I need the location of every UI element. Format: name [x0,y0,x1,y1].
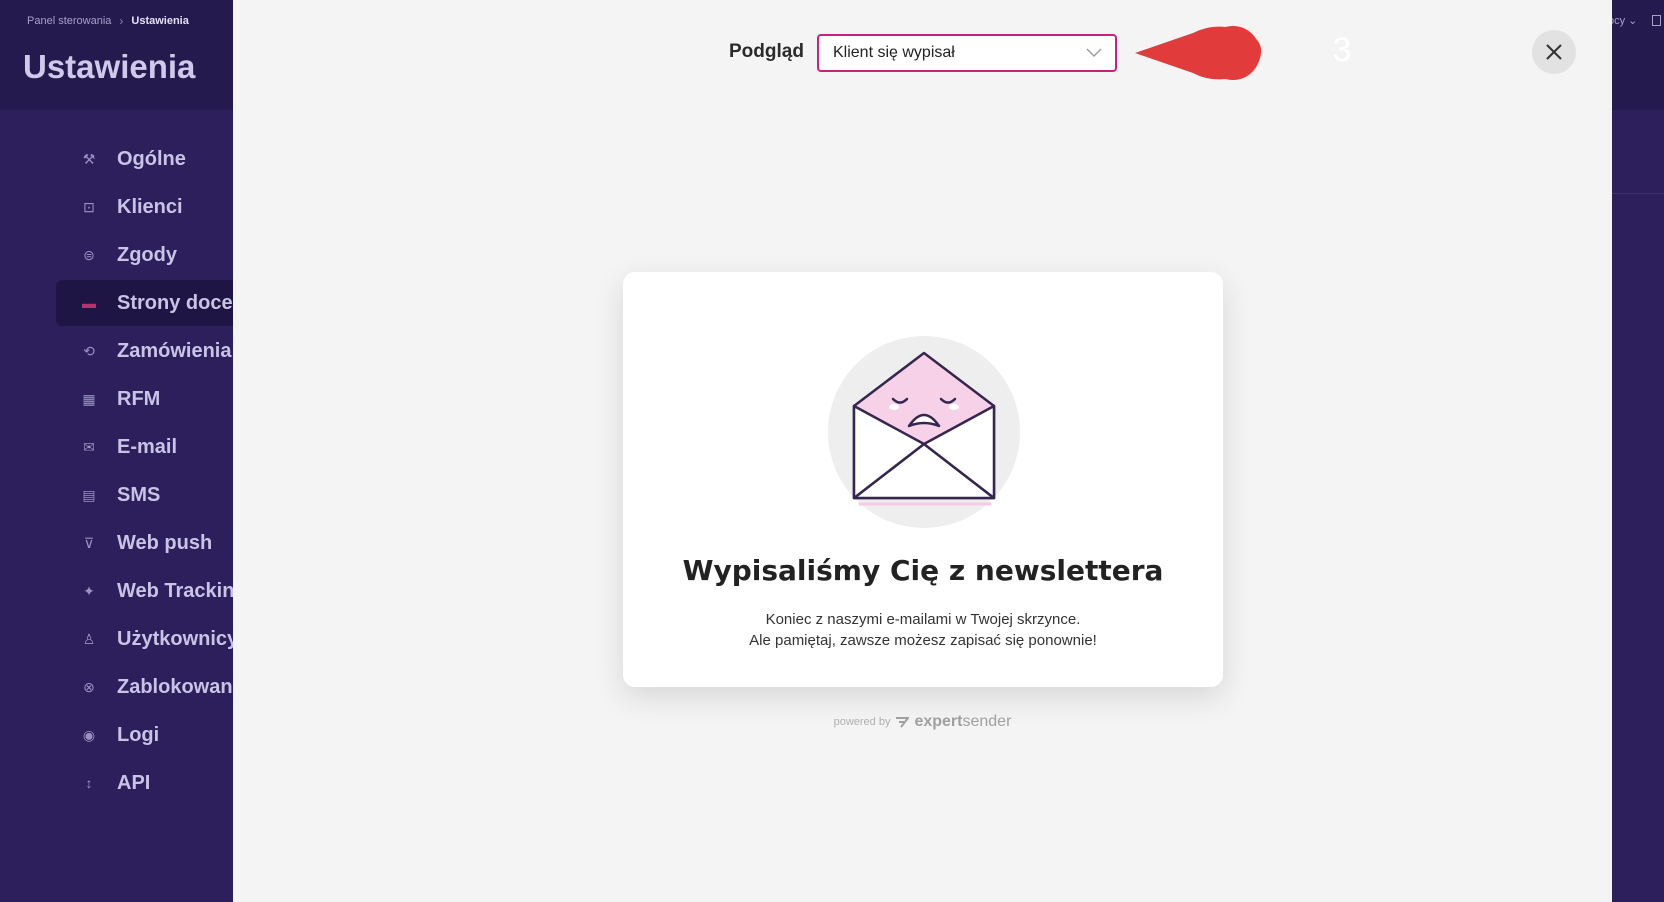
tools-icon: ⚒ [82,150,96,167]
sidebar-item-label: Web Tracking [117,579,247,602]
sidebar-item-strony-docel[interactable]: ▬ Strony docel [56,280,256,326]
sidebar-item-label: API [117,771,151,794]
sidebar-item-logi[interactable]: ◉ Logi [56,712,256,758]
sidebar-item-label: Zamówienia [117,339,232,362]
sidebar-item-web-push[interactable]: ⊽ Web push [56,520,256,566]
sidebar-item-web-tracking[interactable]: ✦ Web Tracking [56,568,256,614]
sidebar-item-label: Zgody [117,243,177,266]
divider [1612,193,1664,194]
sidebar-item-użytkownicy[interactable]: ♙ Użytkownicy [56,616,256,662]
blocked-icon: ⊗ [83,678,95,695]
sidebar-item-rfm[interactable]: ▦ RFM [56,376,256,422]
consent-icon: ⊜ [83,246,95,263]
close-button[interactable] [1532,30,1576,74]
sidebar-item-sms[interactable]: ▤ SMS [56,472,256,518]
card-text-line-2: Ale pamiętaj, zawsze możesz zapisać się … [749,632,1097,649]
card-title: Wypisaliśmy Cię z newslettera [682,554,1164,587]
sms-icon: ▤ [82,486,96,503]
eye-icon: ◉ [82,726,96,743]
preview-label: Podgląd [729,41,804,62]
sidebar-item-label: Użytkownicy [117,627,239,650]
sidebar-item-ogólne[interactable]: ⚒ Ogólne [56,136,256,182]
powered-by-label: powered by [833,716,891,728]
annotation-arrow-icon [1135,26,1262,80]
preview-modal: Podgląd Klient się wypisał 3 Wypisaliśmy… [233,0,1612,902]
users-icon: ♙ [82,630,96,647]
sidebar-item-label: Ogólne [117,147,186,170]
powered-by: powered by expertsender [233,713,1612,731]
breadcrumb: Panel sterowania › Ustawienia [27,14,189,28]
landing-page-icon: ▬ [82,295,96,311]
breadcrumb-item-dashboard[interactable]: Panel sterowania [27,15,111,27]
sidebar-item-label: Web push [117,531,213,554]
sidebar-item-zablokowani[interactable]: ⊗ Zablokowani [56,664,256,710]
sidebar-item-e-mail[interactable]: ✉ E-mail [56,424,256,470]
preview-select[interactable]: Klient się wypisał [817,34,1117,72]
unsubscribe-card: Wypisaliśmy Cię z newslettera Koniec z n… [623,272,1223,687]
chevron-down-icon [1086,48,1102,57]
sidebar-item-label: Klienci [117,195,183,218]
expertsender-brand: expertsender [914,713,1011,731]
sidebar-item-label: Strony docel [117,291,239,314]
brand-rest: sender [962,713,1012,730]
card-text-line-1: Koniec z naszymi e-mailami w Twojej skrz… [765,611,1081,628]
sidebar-item-label: E-mail [117,435,178,458]
document-icon[interactable] [1652,15,1661,26]
breadcrumb-item-settings: Ustawienia [131,15,189,27]
expertsender-logo-icon [896,717,910,728]
grid-icon: ▦ [82,390,96,407]
sidebar-item-label: RFM [117,387,161,410]
sidebar-item-api[interactable]: ↕ API [56,760,256,806]
sidebar-item-zgody[interactable]: ⊜ Zgody [56,232,256,278]
preview-select-value: Klient się wypisał [833,44,955,61]
card-text: Koniec z naszymi e-mailami w Twojej skrz… [623,609,1223,651]
sidebar-item-label: Zablokowani [117,675,239,698]
annotation-number: 3 [1332,31,1352,69]
sidebar-item-klienci[interactable]: ⊡ Klienci [56,184,256,230]
help-menu[interactable]: ocy ⌄ [1608,14,1637,27]
brand-bold: expert [914,713,963,730]
sidebar-item-zamówienia[interactable]: ⟲ Zamówienia [56,328,256,374]
sad-envelope-icon [828,336,1020,528]
sidebar-item-label: SMS [117,483,161,506]
sidebar: ⚒ Ogólne ⊡ Klienci ⊜ Zgody ▬ Strony docel ⟲ Zamów… [0,110,256,902]
web-push-icon: ⊽ [83,534,95,551]
page-title: Ustawienia [23,48,196,85]
sidebar-item-label: Logi [117,723,160,746]
breadcrumb-separator-icon: › [119,14,124,28]
background-panel [1612,110,1664,902]
api-icon: ↕ [85,775,93,791]
close-icon [1546,44,1562,60]
user-frame-icon: ⊡ [83,198,95,215]
orders-icon: ⟲ [83,342,95,359]
mail-icon: ✉ [83,438,95,455]
tracking-icon: ✦ [83,582,95,599]
